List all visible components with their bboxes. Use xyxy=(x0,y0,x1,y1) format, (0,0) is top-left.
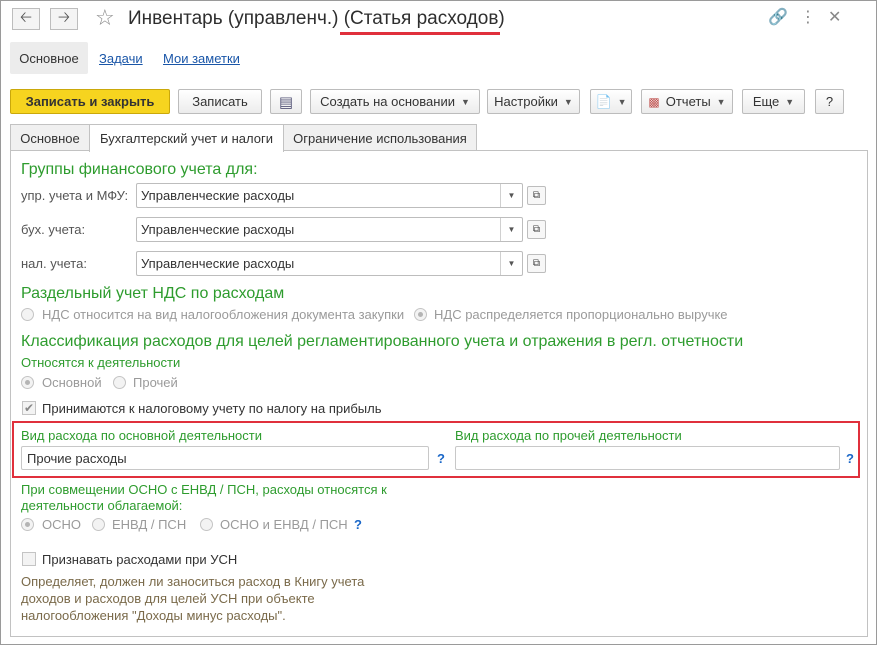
save-button[interactable]: Записать xyxy=(178,89,262,114)
chevron-down-icon[interactable]: ▼ xyxy=(500,218,522,241)
usn-checkbox[interactable] xyxy=(22,552,36,566)
chevron-down-icon[interactable]: ▼ xyxy=(500,252,522,275)
usn-hint-line2: доходов и расходов для целей УСН при объ… xyxy=(21,591,315,606)
document-clock-icon: 📄 xyxy=(595,93,612,109)
open-window-icon: ⧉ xyxy=(532,190,541,201)
fin-groups-heading: Группы финансового учета для: xyxy=(21,161,258,178)
mgmt-accounting-label: упр. учета и МФУ: xyxy=(21,188,129,203)
attachments-button[interactable]: 📄 ▼ xyxy=(590,89,632,114)
document-list-icon: ▤ xyxy=(278,93,294,111)
caret-down-icon: ▼ xyxy=(785,96,795,107)
arrow-left-icon: 🡠 xyxy=(19,8,33,26)
caret-down-icon: ▼ xyxy=(460,96,470,107)
reports-label: Отчеты xyxy=(665,94,711,109)
reports-button[interactable]: ▩ Отчеты ▼ xyxy=(641,89,733,114)
open-tax-group-button[interactable]: ⧉ xyxy=(527,254,546,273)
report-icon: ▩ xyxy=(648,94,660,109)
section-notes[interactable]: Мои заметки xyxy=(163,51,240,66)
star-icon[interactable]: ☆ xyxy=(95,5,115,31)
settings-label: Настройки xyxy=(494,94,558,109)
chevron-down-icon[interactable]: ▼ xyxy=(500,184,522,207)
title-text: Инвентарь (управленч.) xyxy=(128,8,344,29)
other-expense-input[interactable] xyxy=(455,446,840,470)
kebab-menu-icon[interactable]: ⋮ xyxy=(800,8,816,28)
caret-down-icon: ▼ xyxy=(563,96,573,107)
other-expense-help[interactable]: ? xyxy=(846,451,854,466)
usn-hint-line1: Определяет, должен ли заноситься расход … xyxy=(21,574,365,589)
mgmt-accounting-select[interactable]: Управленческие расходы ▼ xyxy=(136,183,523,208)
book-accounting-label: бух. учета: xyxy=(21,222,86,237)
save-close-label: Записать и закрыть xyxy=(25,94,155,109)
activity-main-radio[interactable] xyxy=(21,376,34,389)
other-expense-label: Вид расхода по прочей деятельности xyxy=(455,428,682,443)
tax-accounting-value: Управленческие расходы xyxy=(141,256,295,271)
title-highlight: (Статья расходов) xyxy=(343,8,505,29)
osno-label-line1: При совмещении ОСНО с ЕНВД / ПСН, расход… xyxy=(21,482,387,497)
tax-accounting-label: нал. учета: xyxy=(21,256,87,271)
caret-down-icon: ▼ xyxy=(716,96,726,107)
book-accounting-select[interactable]: Управленческие расходы ▼ xyxy=(136,217,523,242)
osno-envd-radio[interactable] xyxy=(200,518,213,531)
main-expense-help[interactable]: ? xyxy=(437,451,445,466)
create-based-on-button[interactable]: Создать на основании ▼ xyxy=(310,89,480,114)
profit-tax-label: Принимаются к налоговому учету по налогу… xyxy=(42,401,382,416)
more-button[interactable]: Еще ▼ xyxy=(742,89,805,114)
osno-label-line2: деятельности облагаемой: xyxy=(21,498,183,513)
forward-button[interactable]: 🡢 xyxy=(50,8,78,30)
back-button[interactable]: 🡠 xyxy=(12,8,40,30)
close-icon[interactable]: ✕ xyxy=(828,8,841,28)
activity-main-label: Основной xyxy=(42,375,102,390)
title-highlight-underline xyxy=(340,32,500,35)
page-title: Инвентарь (управленч.) (Статья расходов) xyxy=(128,6,505,32)
profit-tax-checkbox[interactable]: ✔ xyxy=(22,401,36,415)
main-expense-input[interactable]: Прочие расходы xyxy=(21,446,429,470)
tab-accounting-taxes[interactable]: Бухгалтерский учет и налоги xyxy=(89,124,284,152)
vat-option1-label: НДС относится на вид налогообложения док… xyxy=(42,307,405,322)
main-expense-value: Прочие расходы xyxy=(27,450,127,466)
open-book-group-button[interactable]: ⧉ xyxy=(527,220,546,239)
tax-accounting-select[interactable]: Управленческие расходы ▼ xyxy=(136,251,523,276)
open-window-icon: ⧉ xyxy=(532,224,541,235)
arrow-right-icon: 🡢 xyxy=(57,8,71,26)
vat-heading: Раздельный учет НДС по расходам xyxy=(21,285,285,302)
tab-usage-restriction[interactable]: Ограничение использования xyxy=(283,124,477,151)
more-label: Еще xyxy=(752,94,780,109)
vat-option1-radio[interactable] xyxy=(21,308,34,321)
document-list-button[interactable]: ▤ xyxy=(270,89,302,114)
link-icon[interactable]: 🔗 xyxy=(768,8,788,28)
envd-radio[interactable] xyxy=(92,518,105,531)
classification-heading: Классификация расходов для целей регламе… xyxy=(21,333,744,350)
activity-label: Относятся к деятельности xyxy=(21,355,181,370)
book-accounting-value: Управленческие расходы xyxy=(141,222,295,237)
help-label: ? xyxy=(825,94,834,109)
osno-envd-radio-label: ОСНО и ЕНВД / ПСН xyxy=(220,517,348,532)
tab-main[interactable]: Основное xyxy=(10,124,90,151)
envd-radio-label: ЕНВД / ПСН xyxy=(112,517,187,532)
activity-other-label: Прочей xyxy=(133,375,178,390)
caret-down-icon: ▼ xyxy=(617,96,627,107)
section-main[interactable]: Основное xyxy=(10,42,88,74)
settings-button[interactable]: Настройки ▼ xyxy=(487,89,580,114)
help-button[interactable]: ? xyxy=(815,89,844,114)
create-based-label: Создать на основании xyxy=(320,94,455,109)
osno-radio[interactable] xyxy=(21,518,34,531)
vat-option2-radio[interactable] xyxy=(414,308,427,321)
osno-help[interactable]: ? xyxy=(354,517,362,532)
mgmt-accounting-value: Управленческие расходы xyxy=(141,188,295,203)
activity-other-radio[interactable] xyxy=(113,376,126,389)
open-window-icon: ⧉ xyxy=(532,258,541,269)
open-mgmt-group-button[interactable]: ⧉ xyxy=(527,186,546,205)
main-expense-label: Вид расхода по основной деятельности xyxy=(21,428,262,443)
vat-option2-label: НДС распределяется пропорционально выруч… xyxy=(434,307,728,322)
osno-radio-label: ОСНО xyxy=(42,517,81,532)
usn-hint-line3: налогообложения "Доходы минус расходы". xyxy=(21,608,286,623)
usn-label: Признавать расходами при УСН xyxy=(42,552,238,567)
save-label: Записать xyxy=(192,94,248,109)
save-and-close-button[interactable]: Записать и закрыть xyxy=(10,89,170,114)
section-tasks[interactable]: Задачи xyxy=(99,51,143,66)
